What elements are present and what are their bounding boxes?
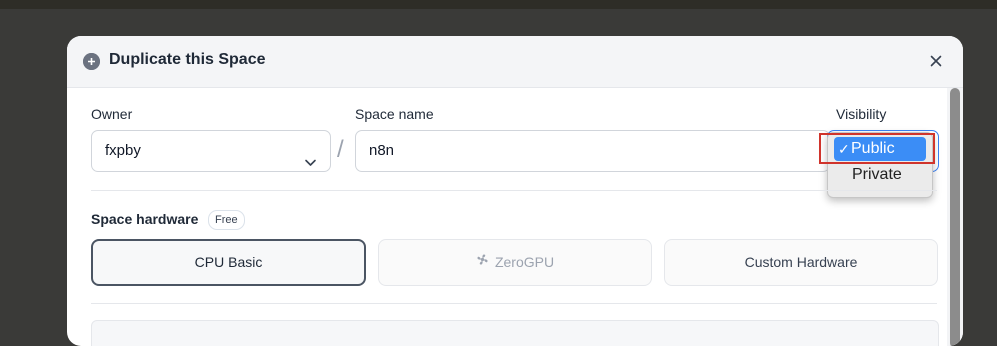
visibility-label: Visibility [836,106,887,122]
visibility-option-private[interactable]: Private [833,163,929,187]
hardware-title: Space hardware [91,211,199,227]
hardware-option-zerogpu[interactable]: ZeroGPU [378,239,652,286]
space-name-label: Space name [355,106,434,122]
owner-space-separator: / [337,136,344,163]
dialog-header: Duplicate this Space [67,36,963,88]
close-icon[interactable] [928,53,944,69]
duplicate-space-dialog: Duplicate this Space Owner fxpby / Space… [67,36,963,346]
free-badge: Free [208,210,245,230]
owner-select[interactable]: fxpby [91,130,331,172]
hardware-option-cpu-basic[interactable]: CPU Basic [91,239,366,286]
dialog-title: Duplicate this Space [109,51,266,68]
owner-label: Owner [91,106,133,122]
hardware-option-label: ZeroGPU [494,254,555,270]
top-bar [0,0,997,9]
hardware-option-label: CPU Basic [194,254,263,270]
hardware-option-custom[interactable]: Custom Hardware [664,239,938,286]
divider [91,303,937,304]
chevron-down-icon [304,145,317,185]
divider [91,190,937,191]
owner-value: fxpby [105,142,141,159]
space-name-value: n8n [369,142,395,159]
fan-icon [476,239,489,284]
hardware-details-panel [91,320,939,346]
selection-highlight [819,133,935,164]
hardware-option-label: Custom Hardware [744,254,858,270]
scrollbar-thumb[interactable] [950,88,960,346]
duplicate-icon [83,53,100,70]
option-label: Private [852,166,902,183]
space-name-input[interactable]: n8n [355,130,830,172]
